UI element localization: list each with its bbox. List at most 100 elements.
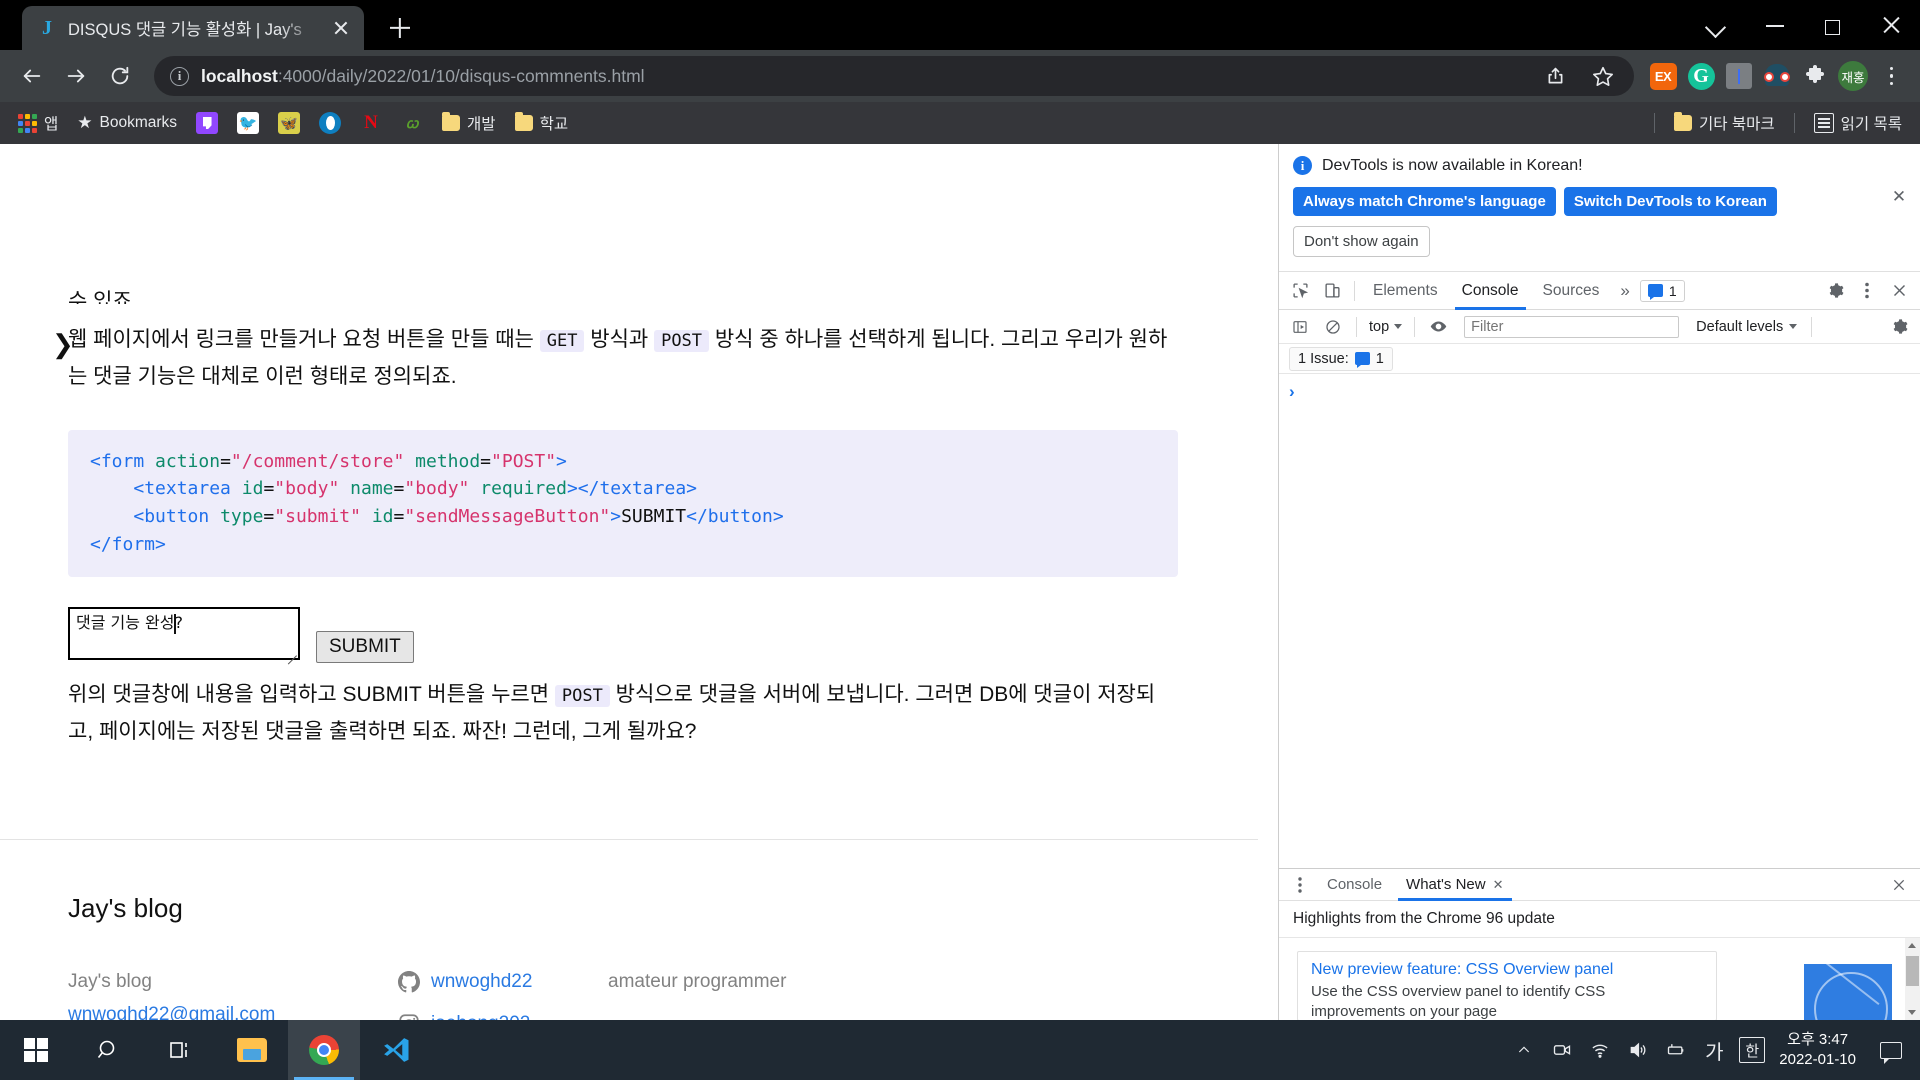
issue-summary-button[interactable]: 1 Issue: 1 (1289, 346, 1393, 371)
puzzle-extensions-icon[interactable] (1798, 59, 1832, 93)
reading-list-button[interactable]: 읽기 목록 (1806, 107, 1910, 139)
inspect-element-icon[interactable] (1285, 276, 1315, 306)
console-filter-input[interactable] (1464, 315, 1680, 338)
ex-extension-icon[interactable]: EX (1646, 59, 1680, 93)
bookmark-item-bird[interactable]: 🐦 (229, 107, 267, 139)
scroll-down-arrow-icon[interactable] (1905, 1005, 1920, 1020)
always-match-language-button[interactable]: Always match Chrome's language (1293, 187, 1556, 216)
whats-new-card[interactable]: New preview feature: CSS Overview panel … (1297, 951, 1717, 1020)
drawer-scrollbar[interactable] (1905, 938, 1920, 1020)
devtools-settings-gear-icon[interactable] (1820, 276, 1850, 306)
tab-sources[interactable]: Sources (1532, 272, 1611, 310)
devtools-more-menu-icon[interactable] (1852, 276, 1882, 306)
back-button[interactable] (12, 56, 52, 96)
wifi-icon[interactable] (1581, 1020, 1619, 1080)
drawer-tab-close-icon[interactable]: ✕ (1493, 877, 1504, 892)
restore-button[interactable] (1804, 0, 1862, 50)
issue-count: 1 (1375, 350, 1384, 367)
close-window-button[interactable] (1862, 0, 1920, 50)
devtools-language-banner: i DevTools is now available in Korean! A… (1279, 144, 1920, 272)
tab-close-icon[interactable] (330, 17, 352, 39)
bookmark-item-opera[interactable] (311, 107, 349, 139)
devtools-close-icon[interactable] (1884, 276, 1914, 306)
instagram-link[interactable]: jaehong202 (431, 1007, 530, 1020)
camera-icon[interactable] (1543, 1020, 1581, 1080)
ime-mode-indicator[interactable]: 가 (1695, 1020, 1733, 1080)
file-explorer-icon (237, 1038, 267, 1062)
task-view-button[interactable] (144, 1020, 216, 1080)
bookmark-item-vx[interactable]: ꞷ (393, 107, 431, 139)
bookmark-folder-dev[interactable]: 개발 (434, 107, 504, 139)
tab-elements[interactable]: Elements (1362, 272, 1449, 310)
minimize-button[interactable] (1746, 0, 1804, 50)
share-icon[interactable] (1538, 59, 1572, 93)
bookmarks-folder[interactable]: ★ Bookmarks (69, 108, 185, 138)
github-link[interactable]: wnwoghd22 (431, 965, 532, 998)
chrome-menu-button[interactable] (1874, 59, 1908, 93)
browser-tab[interactable]: J DISQUS 댓글 기능 활성화 | Jay's (22, 6, 364, 50)
bookmark-item-netflix[interactable]: N (352, 107, 390, 139)
tab-console[interactable]: Console (1451, 272, 1530, 310)
console-levels-label: Default levels (1696, 318, 1784, 335)
drawer-tab-whats-new[interactable]: What's New ✕ (1394, 869, 1515, 901)
goggles-extension-icon[interactable] (1760, 59, 1794, 93)
banner-close-icon[interactable]: ✕ (1890, 188, 1908, 206)
chrome-button[interactable] (288, 1020, 360, 1080)
console-context-selector[interactable]: top (1365, 319, 1406, 335)
issue-label: 1 Issue: (1298, 350, 1349, 367)
whats-new-card-title[interactable]: New preview feature: CSS Overview panel (1311, 961, 1703, 979)
paragraph-explanation: 위의 댓글창에 내용을 입력하고 SUBMIT 버튼을 누르면 POST 방식으… (68, 677, 1178, 751)
social-item-github: wnwoghd22 (398, 965, 608, 998)
volume-icon[interactable] (1619, 1020, 1657, 1080)
comment-textarea[interactable]: 댓글 기능 완성? (68, 607, 300, 661)
console-settings-gear-icon[interactable] (1884, 312, 1914, 342)
text-caret (174, 614, 176, 635)
bookmark-item-twitch[interactable] (188, 107, 226, 139)
clear-console-icon[interactable] (1318, 312, 1348, 342)
console-output-area[interactable]: › (1279, 374, 1920, 868)
show-hidden-icons-chevron-icon[interactable] (1505, 1020, 1543, 1080)
drawer-more-menu-icon[interactable] (1285, 870, 1315, 900)
footer-email-link[interactable]: wnwoghd22@gmail.com (68, 998, 398, 1020)
drawer-close-icon[interactable] (1884, 870, 1914, 900)
drawer-tab-console[interactable]: Console (1315, 869, 1394, 901)
bookmark-folder-school[interactable]: 학교 (507, 107, 577, 139)
bookmark-item-yellow[interactable]: 🦋 (270, 107, 308, 139)
bookmark-star-icon[interactable] (1586, 59, 1620, 93)
file-explorer-button[interactable] (216, 1020, 288, 1080)
korean-ime-button[interactable]: 한 (1733, 1020, 1771, 1080)
switch-to-korean-button[interactable]: Switch DevTools to Korean (1563, 187, 1777, 216)
whats-new-thumbnail (1804, 964, 1892, 1020)
issues-badge-button[interactable]: 1 (1639, 279, 1685, 302)
reload-button[interactable] (100, 56, 140, 96)
battery-icon[interactable] (1657, 1020, 1695, 1080)
clock[interactable]: 오후 3:47 2022-01-10 (1771, 1030, 1868, 1071)
site-info-icon[interactable]: i (170, 66, 189, 86)
console-sidebar-toggle-icon[interactable] (1285, 312, 1315, 342)
code-attr: id (371, 506, 394, 528)
address-bar[interactable]: i localhost:4000/daily/2022/01/10/disqus… (154, 56, 1634, 96)
more-tabs-chevron-icon[interactable]: » (1612, 281, 1637, 301)
forward-button[interactable] (56, 56, 96, 96)
device-toolbar-icon[interactable] (1317, 276, 1347, 306)
scrollbar-thumb[interactable] (1906, 956, 1919, 986)
start-button[interactable] (0, 1020, 72, 1080)
other-bookmarks-folder[interactable]: 기타 북마크 (1666, 107, 1783, 139)
text-cursor-extension-icon[interactable] (1722, 59, 1756, 93)
live-expression-eye-icon[interactable] (1423, 312, 1453, 342)
page-footer: Jay's blog Jay's blog wnwoghd22@gmail.co… (68, 886, 1258, 1020)
grammarly-icon[interactable]: G (1684, 59, 1718, 93)
vscode-button[interactable] (360, 1020, 432, 1080)
tab-search-chevron-icon[interactable] (1688, 0, 1746, 50)
new-tab-button[interactable] (380, 8, 420, 48)
console-levels-selector[interactable]: Default levels (1690, 319, 1803, 335)
notifications-button[interactable] (1868, 1020, 1914, 1080)
profile-avatar[interactable]: 재홍 (1836, 59, 1870, 93)
dont-show-again-button[interactable]: Don't show again (1293, 226, 1430, 257)
apps-shortcut[interactable]: 앱 (10, 107, 66, 139)
scroll-up-arrow-icon[interactable] (1905, 938, 1920, 953)
code-tag: > (556, 450, 567, 472)
search-icon (97, 1040, 115, 1059)
search-button[interactable] (72, 1020, 144, 1080)
submit-button[interactable]: SUBMIT (316, 631, 414, 664)
